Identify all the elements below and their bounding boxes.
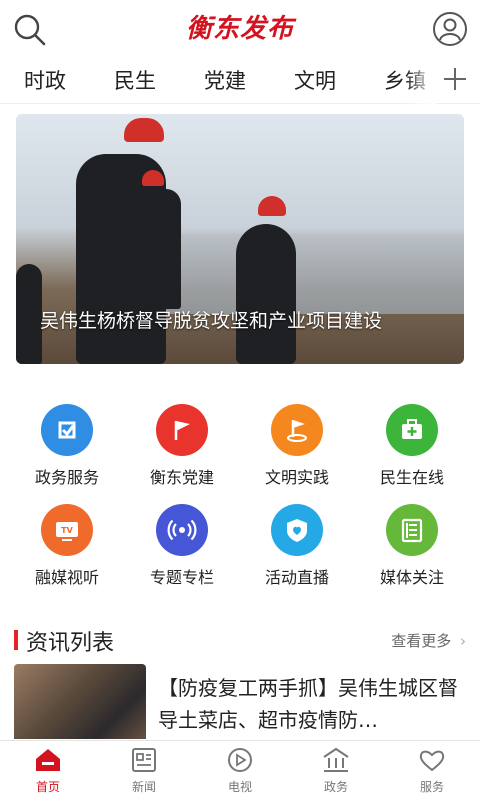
government-service-icon bbox=[41, 404, 93, 456]
service-livelihood[interactable]: 民生在线 bbox=[357, 404, 467, 488]
bottom-nav-label: 服务 bbox=[419, 780, 444, 794]
service-live[interactable]: 活动直播 bbox=[242, 504, 352, 588]
bottom-nav-tv[interactable]: 电视 bbox=[192, 741, 288, 801]
service-label: 专题专栏 bbox=[149, 568, 214, 587]
bottom-nav-services[interactable]: 服务 bbox=[384, 741, 480, 801]
service-label: 融媒视听 bbox=[34, 568, 99, 587]
party-flag-icon bbox=[156, 404, 208, 456]
user-profile-icon[interactable] bbox=[432, 11, 468, 47]
service-topics[interactable]: 专题专栏 bbox=[127, 504, 237, 588]
chevron-right-icon: › bbox=[460, 632, 466, 650]
see-more-label: 查看更多 bbox=[391, 632, 452, 650]
play-icon bbox=[228, 748, 252, 772]
top-bar: 衡东发布 bbox=[0, 0, 480, 58]
banner-caption: 吴伟生杨桥督导脱贫攻坚和产业项目建设 bbox=[40, 310, 383, 332]
service-label: 媒体关注 bbox=[379, 568, 444, 587]
bottom-nav-news[interactable]: 新闻 bbox=[96, 741, 192, 801]
broadcast-icon bbox=[156, 504, 208, 556]
news-list-item[interactable]: 【防疫复工两手抓】吴伟生城区督导土菜店、超市疫情防… bbox=[0, 664, 480, 739]
service-label: 民生在线 bbox=[379, 468, 444, 487]
construction-building bbox=[166, 234, 464, 314]
section-accent-bar bbox=[14, 630, 18, 650]
service-label: 政务服务 bbox=[34, 468, 99, 487]
news-thumbnail bbox=[14, 664, 146, 739]
app-logo: 衡东发布 bbox=[185, 14, 294, 44]
svg-text:TV: TV bbox=[61, 526, 73, 535]
news-title: 【防疫复工两手抓】吴伟生城区督导土菜店、超市疫情防… bbox=[158, 676, 458, 732]
heart-icon bbox=[419, 750, 445, 772]
bottom-nav-label: 首页 bbox=[35, 780, 60, 794]
bottom-nav-label: 电视 bbox=[227, 780, 252, 794]
section-title: 资讯列表 bbox=[26, 631, 115, 656]
bottom-navigation: 首页 新闻 电视 政务 服务 bbox=[0, 740, 480, 800]
bottom-nav-home[interactable]: 首页 bbox=[0, 741, 96, 801]
newspaper-icon bbox=[132, 748, 156, 772]
service-government[interactable]: 政务服务 bbox=[12, 404, 122, 488]
service-media-focus[interactable]: 媒体关注 bbox=[357, 504, 467, 588]
category-tabs: 时政 民生 党建 文明 乡镇 bbox=[0, 58, 480, 104]
service-label: 文明实践 bbox=[264, 468, 329, 487]
home-icon bbox=[36, 749, 60, 771]
government-building-icon bbox=[323, 747, 349, 772]
medical-kit-icon bbox=[386, 404, 438, 456]
see-more-link[interactable]: 查看更多 › bbox=[391, 630, 466, 651]
tab-shizheng[interactable]: 时政 bbox=[24, 65, 66, 95]
service-media[interactable]: TV 融媒视听 bbox=[12, 504, 122, 588]
heart-shield-icon bbox=[271, 504, 323, 556]
headline-banner[interactable]: 吴伟生杨桥督导脱贫攻坚和产业项目建设 bbox=[16, 114, 464, 364]
news-section-header: 资讯列表 查看更多 › bbox=[0, 624, 480, 658]
service-party[interactable]: 衡东党建 bbox=[127, 404, 237, 488]
add-tab-icon[interactable] bbox=[442, 66, 468, 92]
tab-minsheng[interactable]: 民生 bbox=[114, 65, 156, 95]
service-civilization[interactable]: 文明实践 bbox=[242, 404, 352, 488]
bottom-nav-label: 政务 bbox=[323, 780, 348, 794]
tv-icon: TV bbox=[41, 504, 93, 556]
service-label: 活动直播 bbox=[264, 568, 329, 587]
bottom-nav-government[interactable]: 政务 bbox=[288, 741, 384, 801]
tab-wenming[interactable]: 文明 bbox=[294, 65, 336, 95]
service-label: 衡东党建 bbox=[149, 468, 214, 487]
bottom-nav-label: 新闻 bbox=[131, 780, 156, 794]
civilization-flag-icon bbox=[271, 404, 323, 456]
document-icon bbox=[386, 504, 438, 556]
tab-dangjian[interactable]: 党建 bbox=[204, 65, 246, 95]
